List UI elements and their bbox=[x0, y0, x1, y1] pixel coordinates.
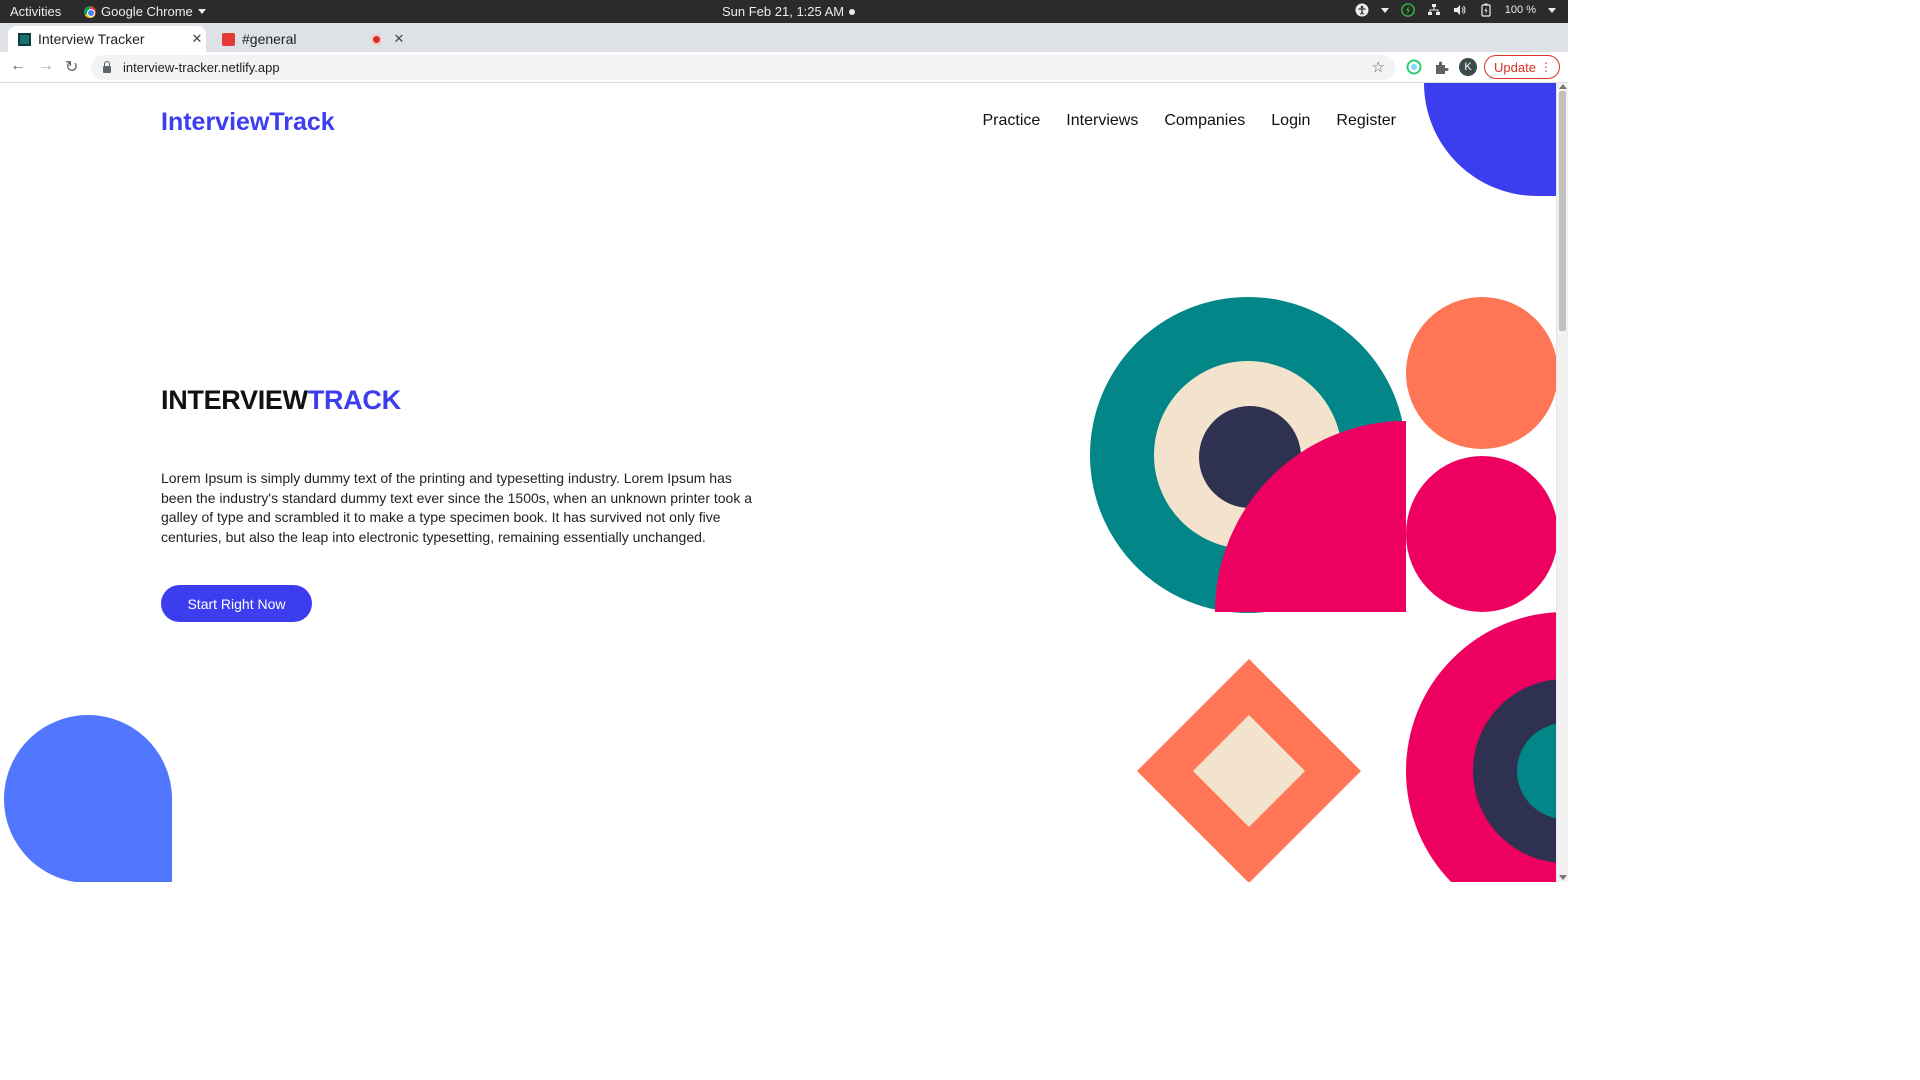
tab-strip: Interview Tracker ✕ #general ✕ + ▁ ❐ ✕ bbox=[0, 23, 1568, 71]
clock-label: Sun Feb 21, 1:25 AM bbox=[722, 4, 845, 19]
calendar-favicon-icon bbox=[222, 32, 235, 46]
reload-icon[interactable]: ↻ bbox=[65, 57, 78, 77]
notification-dot-icon bbox=[849, 8, 856, 15]
volume-icon[interactable] bbox=[1453, 3, 1467, 17]
tab-title: #general bbox=[242, 31, 297, 47]
scroll-up-icon[interactable] bbox=[1559, 84, 1567, 89]
tab-general[interactable]: #general ✕ bbox=[212, 26, 408, 52]
power-status-icon[interactable] bbox=[1401, 3, 1415, 17]
scrollbar-thumb[interactable] bbox=[1559, 91, 1566, 331]
chevron-down-icon bbox=[1548, 7, 1556, 13]
extensions-puzzle-icon[interactable] bbox=[1432, 58, 1450, 76]
blue-corner-shape bbox=[1424, 83, 1556, 196]
address-bar[interactable]: interview-tracker.netlify.app ☆ bbox=[91, 55, 1395, 80]
interview-tracker-favicon-icon bbox=[18, 32, 31, 46]
profile-avatar[interactable]: K bbox=[1459, 58, 1477, 76]
url-text[interactable]: interview-tracker.netlify.app bbox=[123, 60, 280, 75]
update-label: Update bbox=[1494, 59, 1536, 75]
browser-toolbar: ← → ↻ interview-tracker.netlify.app ☆ K … bbox=[0, 52, 1568, 83]
chevron-down-icon bbox=[197, 9, 206, 14]
extension-icon[interactable] bbox=[1405, 58, 1423, 76]
more-menu-icon[interactable]: ⋮ bbox=[1540, 60, 1552, 74]
close-tab-icon[interactable]: ✕ bbox=[390, 31, 408, 47]
app-menu-label: Google Chrome bbox=[101, 4, 193, 19]
system-top-bar: Activities Google Chrome Sun Feb 21, 1:2… bbox=[0, 0, 1568, 23]
battery-icon[interactable] bbox=[1479, 3, 1493, 17]
recording-icon bbox=[371, 33, 382, 45]
accessibility-icon[interactable] bbox=[1355, 3, 1369, 17]
chevron-down-icon bbox=[1380, 7, 1389, 13]
clock[interactable]: Sun Feb 21, 1:25 AM bbox=[722, 4, 856, 19]
scroll-down-icon[interactable] bbox=[1559, 875, 1567, 880]
system-tray[interactable]: 100 % bbox=[1355, 3, 1556, 17]
tab-title: Interview Tracker bbox=[38, 31, 145, 47]
back-icon[interactable]: ← bbox=[10, 57, 26, 75]
page-scrollbar[interactable] bbox=[1556, 83, 1568, 882]
activities-button[interactable]: Activities bbox=[10, 4, 61, 19]
light-blue-blob-tail-shape bbox=[88, 787, 172, 882]
close-tab-icon[interactable]: ✕ bbox=[188, 31, 206, 47]
lock-icon[interactable] bbox=[103, 61, 111, 73]
chrome-icon bbox=[84, 5, 96, 18]
app-menu[interactable]: Google Chrome bbox=[84, 4, 206, 19]
tab-interview-tracker[interactable]: Interview Tracker ✕ bbox=[8, 26, 206, 52]
bookmark-star-icon[interactable]: ☆ bbox=[1372, 58, 1385, 76]
battery-percentage: 100 % bbox=[1504, 4, 1536, 16]
web-page: InterviewTrack Practice Interviews Compa… bbox=[0, 83, 1556, 882]
magenta-circle-shape bbox=[1406, 456, 1556, 612]
forward-icon[interactable]: → bbox=[38, 57, 54, 75]
coral-circle-shape bbox=[1406, 297, 1556, 449]
update-button[interactable]: Update ⋮ bbox=[1484, 55, 1560, 79]
geometric-illustration bbox=[4, 83, 1556, 882]
network-icon[interactable] bbox=[1427, 3, 1441, 17]
